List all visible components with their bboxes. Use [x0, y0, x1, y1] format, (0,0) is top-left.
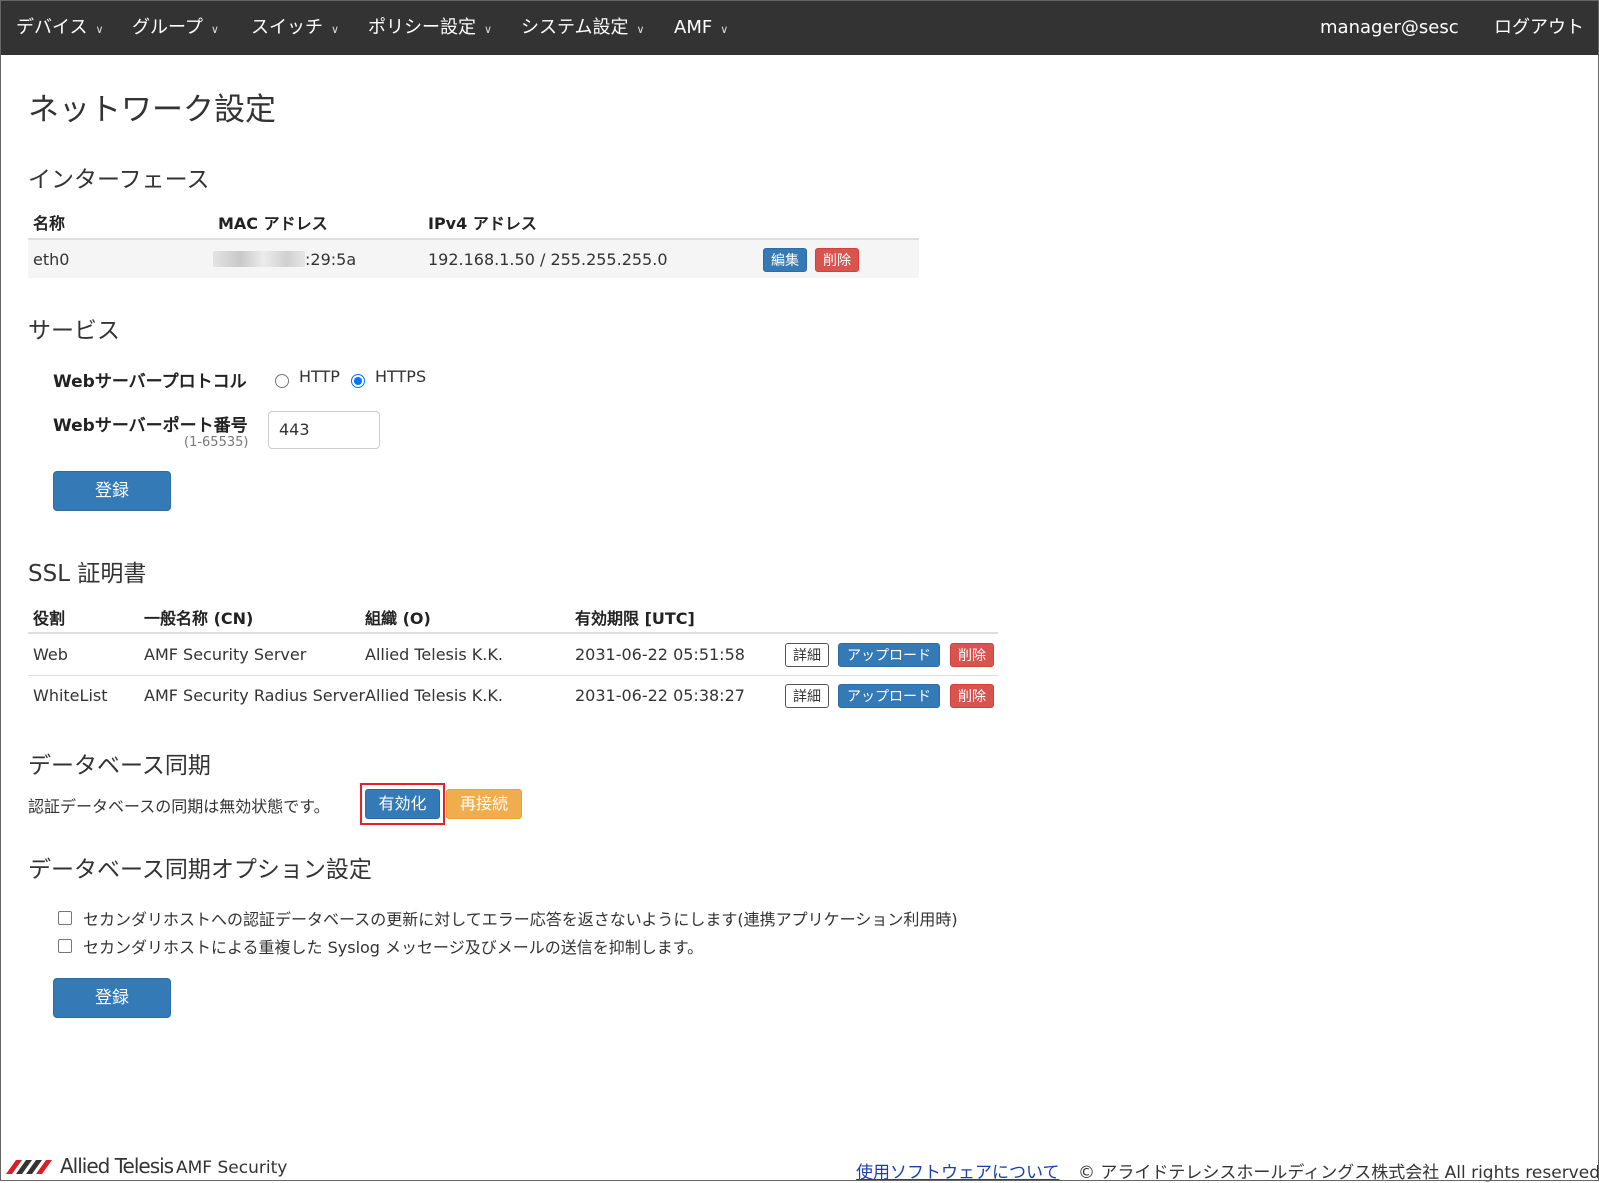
- dbsync-options-title: データベース同期オプション設定: [28, 857, 372, 883]
- nav-amf-label: AMF: [674, 17, 713, 38]
- ssl-detail-button[interactable]: 詳細: [785, 684, 829, 708]
- option-suppress-syslog-checkbox[interactable]: [58, 939, 72, 953]
- reconnect-button[interactable]: 再接続: [446, 789, 522, 819]
- col-header-expiry: 有効期限 [UTC]: [575, 609, 695, 628]
- options-submit-button[interactable]: 登録: [53, 978, 171, 1018]
- nav-policy-label: ポリシー設定: [368, 17, 476, 38]
- option-suppress-syslog-label: セカンダリホストによる重複した Syslog メッセージ及びメールの送信を抑制し…: [83, 938, 704, 957]
- table-divider: [28, 632, 998, 634]
- radio-https-label: HTTPS: [375, 367, 427, 386]
- nav-devices[interactable]: デバイス ∨: [16, 1, 104, 55]
- ssl-expiry: 2031-06-22 05:51:58: [575, 645, 745, 664]
- web-port-range: (1-65535): [184, 435, 249, 450]
- ssl-cn: AMF Security Radius Server: [144, 686, 366, 705]
- web-port-label: Webサーバーポート番号: [53, 416, 248, 436]
- logout-link[interactable]: ログアウト: [1494, 1, 1584, 55]
- nav-system-label: システム設定: [521, 17, 629, 38]
- ssl-section-title: SSL 証明書: [28, 561, 147, 587]
- service-submit-button[interactable]: 登録: [53, 471, 171, 511]
- iface-mac: :29:5a: [305, 250, 357, 269]
- logo-text: Allied Telesis: [60, 1154, 174, 1178]
- col-header-ipv4: IPv4 アドレス: [428, 214, 537, 233]
- ssl-upload-button[interactable]: アップロード: [838, 684, 940, 708]
- web-port-input[interactable]: 443: [268, 411, 380, 449]
- ssl-org: Allied Telesis K.K.: [365, 645, 503, 664]
- col-header-role: 役割: [33, 609, 66, 628]
- chevron-down-icon: ∨: [331, 23, 340, 36]
- nav-devices-label: デバイス: [16, 17, 88, 38]
- radio-http-label: HTTP: [299, 367, 340, 386]
- delete-interface-button[interactable]: 削除: [815, 248, 859, 272]
- nav-groups[interactable]: グループ ∨: [132, 1, 219, 55]
- col-header-org: 組織 (O): [365, 609, 431, 628]
- radio-https[interactable]: [351, 374, 365, 388]
- ssl-expiry: 2031-06-22 05:38:27: [575, 686, 745, 705]
- ssl-upload-button[interactable]: アップロード: [838, 643, 940, 667]
- mac-redacted: [213, 251, 305, 267]
- edit-interface-button[interactable]: 編集: [763, 248, 807, 272]
- footer-product: AMF Security: [176, 1158, 288, 1178]
- chevron-down-icon: ∨: [210, 23, 219, 36]
- option-no-error-label: セカンダリホストへの認証データベースの更新に対してエラー応答を返さないようにしま…: [83, 910, 958, 929]
- highlight-box: [360, 783, 445, 825]
- web-protocol-label: Webサーバープロトコル: [53, 372, 247, 392]
- iface-ipv4: 192.168.1.50 / 255.255.255.0: [428, 250, 668, 269]
- ssl-delete-button[interactable]: 削除: [950, 643, 994, 667]
- col-header-cn: 一般名称 (CN): [144, 609, 254, 628]
- ssl-cn: AMF Security Server: [144, 645, 307, 664]
- ssl-role: Web: [33, 645, 68, 664]
- software-license-link[interactable]: 使用ソフトウェアについて: [856, 1158, 1060, 1183]
- col-header-mac: MAC アドレス: [218, 214, 328, 233]
- chevron-down-icon: ∨: [720, 23, 729, 36]
- ssl-role: WhiteList: [33, 686, 108, 705]
- nav-user[interactable]: manager@sesc: [1320, 1, 1459, 55]
- nav-amf[interactable]: AMF ∨: [674, 1, 728, 55]
- col-header-name: 名称: [33, 214, 66, 233]
- dbsync-status: 認証データベースの同期は無効状態です。: [28, 797, 330, 816]
- option-no-error-checkbox[interactable]: [58, 911, 72, 925]
- top-navbar: デバイス ∨ グループ ∨ スイッチ ∨ ポリシー設定 ∨ システム設定 ∨ AMF ∨ m…: [1, 1, 1598, 55]
- nav-switch[interactable]: スイッチ ∨: [251, 1, 339, 55]
- ssl-detail-button[interactable]: 詳細: [785, 643, 829, 667]
- interface-section-title: インターフェース: [28, 167, 210, 193]
- nav-system[interactable]: システム設定 ∨: [521, 1, 645, 55]
- chevron-down-icon: ∨: [484, 23, 493, 36]
- footer-copyright: © アライドテレシスホールディングス株式会社 All rights reserv…: [1078, 1163, 1599, 1183]
- iface-name: eth0: [33, 250, 70, 269]
- logo-mark-icon: [6, 1160, 52, 1174]
- chevron-down-icon: ∨: [95, 23, 104, 36]
- ssl-org: Allied Telesis K.K.: [365, 686, 503, 705]
- nav-policy[interactable]: ポリシー設定 ∨: [368, 1, 492, 55]
- nav-switch-label: スイッチ: [251, 17, 323, 38]
- page-title: ネットワーク設定: [28, 92, 276, 128]
- chevron-down-icon: ∨: [636, 23, 645, 36]
- dbsync-section-title: データベース同期: [28, 753, 211, 779]
- window-frame: [0, 0, 1599, 1181]
- nav-groups-label: グループ: [132, 17, 203, 38]
- service-section-title: サービス: [28, 318, 120, 344]
- ssl-delete-button[interactable]: 削除: [950, 684, 994, 708]
- table-divider: [28, 675, 998, 676]
- radio-http[interactable]: [275, 374, 289, 388]
